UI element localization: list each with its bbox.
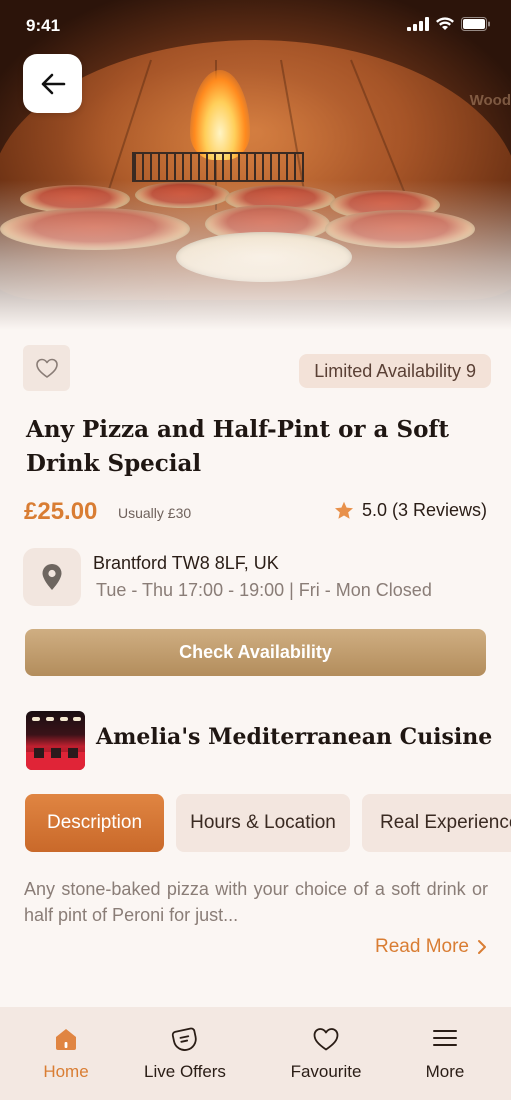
location-address: Brantford TW8 8LF, UK: [93, 553, 279, 573]
location-pin-icon: [42, 564, 62, 590]
opening-hours: Tue - Thu 17:00 - 19:00 | Fri - Mon Clos…: [96, 580, 432, 600]
usual-price: Usually £30: [118, 505, 192, 521]
wifi-icon: [436, 17, 454, 30]
nav-more-label: More: [425, 1062, 465, 1081]
location-icon-box: [23, 548, 81, 606]
tab-description[interactable]: Description: [25, 794, 164, 852]
read-more-link[interactable]: Read More: [375, 936, 487, 958]
bottom-nav: Home Live Offers Favourite More: [0, 1007, 511, 1100]
description-text: Any stone-baked pizza with your choice o…: [24, 879, 488, 925]
grill: [132, 152, 304, 182]
arrow-left-icon: [41, 73, 65, 94]
logo-table: [34, 748, 44, 758]
menu-icon: [433, 1030, 457, 1046]
tab-hours-location[interactable]: Hours & Location: [176, 794, 350, 852]
chevron-right-icon: [478, 940, 486, 954]
favourite-button[interactable]: [23, 345, 70, 391]
logo-table: [68, 748, 78, 758]
logo-lamp: [32, 717, 40, 721]
star-icon: [334, 501, 353, 519]
oven-sign: Wood: [469, 92, 511, 109]
logo-lamp: [46, 717, 54, 721]
logo-lamp: [73, 717, 81, 721]
nav-live-offers[interactable]: Live Offers: [125, 1007, 245, 1100]
battery-icon: [461, 17, 490, 31]
restaurant-logo[interactable]: [26, 711, 85, 770]
back-button[interactable]: [23, 54, 82, 113]
nav-live-offers-label: Live Offers: [144, 1062, 226, 1081]
restaurant-name[interactable]: Amelia's Mediterranean Cuisine: [96, 724, 492, 750]
read-more-label: Read More: [375, 936, 469, 957]
hero-fade: [0, 180, 511, 330]
availability-badge: Limited Availability 9: [299, 354, 491, 388]
nav-favourite-label: Favourite: [290, 1062, 362, 1081]
rating[interactable]: 5.0 (3 Reviews): [334, 500, 487, 521]
deal-title: Any Pizza and Half-Pint or a Soft Drink …: [26, 416, 449, 477]
heart-outline-icon: [35, 358, 58, 378]
nav-more[interactable]: More: [385, 1007, 505, 1100]
heart-icon: [313, 1028, 339, 1051]
offers-icon: [171, 1027, 197, 1051]
status-bar: 9:41: [0, 0, 511, 52]
nav-favourite[interactable]: Favourite: [266, 1007, 386, 1100]
tab-real-experience[interactable]: Real Experience: [362, 794, 511, 852]
status-icons: [407, 17, 491, 31]
deal-price: £25.00: [24, 498, 98, 525]
signal-icon: [407, 17, 429, 31]
nav-home[interactable]: Home: [6, 1007, 126, 1100]
status-time: 9:41: [26, 16, 61, 35]
check-availability-button[interactable]: Check Availability: [25, 629, 486, 676]
rating-text: 5.0 (3 Reviews): [361, 500, 487, 520]
home-icon: [56, 1029, 76, 1050]
logo-table: [51, 748, 61, 758]
logo-lamp: [60, 717, 68, 721]
nav-home-label: Home: [43, 1062, 89, 1081]
